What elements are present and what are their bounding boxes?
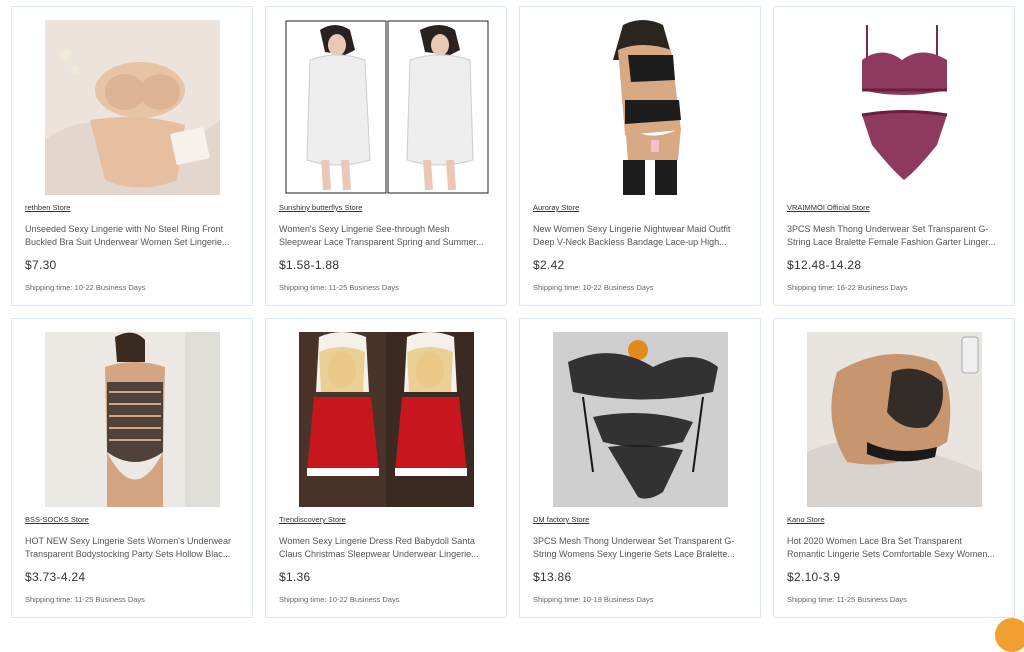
product-title[interactable]: New Women Sexy Lingerie Nightwear Maid O… bbox=[533, 223, 747, 249]
shipping-time: Shipping time: 10-22 Business Days bbox=[25, 283, 146, 292]
product-image[interactable] bbox=[807, 20, 982, 195]
product-card[interactable]: VRAIMMOI Official Store 3PCS Mesh Thong … bbox=[773, 6, 1015, 306]
shipping-time: Shipping time: 11-25 Business Days bbox=[787, 595, 907, 604]
product-image[interactable] bbox=[299, 332, 474, 507]
store-link[interactable]: Trendiscovery Store bbox=[279, 515, 346, 524]
product-title[interactable]: 3PCS Mesh Thong Underwear Set Transparen… bbox=[787, 223, 1001, 249]
product-title[interactable]: HOT NEW Sexy Lingerie Sets Women's Under… bbox=[25, 535, 239, 561]
product-title[interactable]: Women Sexy Lingerie Dress Red Babydoll S… bbox=[279, 535, 493, 561]
product-image[interactable] bbox=[553, 332, 728, 507]
shipping-time: Shipping time: 10-22 Business Days bbox=[279, 595, 400, 604]
floating-action-button[interactable] bbox=[995, 618, 1024, 652]
purple-mesh-set-photo bbox=[807, 20, 982, 195]
white-lace-robe-photo bbox=[285, 20, 489, 195]
product-grid: rethben Store Unseeded Sexy Lingerie wit… bbox=[11, 6, 1015, 618]
black-bodystocking-photo bbox=[45, 332, 220, 507]
product-title[interactable]: Unseeded Sexy Lingerie with No Steel Rin… bbox=[25, 223, 239, 249]
shipping-time: Shipping time: 10-22 Business Days bbox=[533, 283, 654, 292]
shipping-time: Shipping time: 11-25 Business Days bbox=[279, 283, 399, 292]
product-price: $3.73-4.24 bbox=[25, 570, 86, 584]
store-link[interactable]: rethben Store bbox=[25, 203, 70, 212]
product-price: $13.86 bbox=[533, 570, 572, 584]
store-link[interactable]: Auroray Store bbox=[533, 203, 579, 212]
product-card[interactable]: Auroray Store New Women Sexy Lingerie Ni… bbox=[519, 6, 761, 306]
product-price: $1.58-1.88 bbox=[279, 258, 340, 272]
product-image[interactable] bbox=[807, 332, 982, 507]
product-card[interactable]: Kano Store Hot 2020 Women Lace Bra Set T… bbox=[773, 318, 1015, 618]
product-card[interactable]: BSS-SOCKS Store HOT NEW Sexy Lingerie Se… bbox=[11, 318, 253, 618]
product-card[interactable]: Sunshiny butterflys Store Women's Sexy L… bbox=[265, 6, 507, 306]
product-price: $7.30 bbox=[25, 258, 57, 272]
product-card[interactable]: DM factory Store 3PCS Mesh Thong Underwe… bbox=[519, 318, 761, 618]
product-price: $12.48-14.28 bbox=[787, 258, 862, 272]
product-price: $1.36 bbox=[279, 570, 311, 584]
beige-bra-set-photo bbox=[45, 20, 220, 195]
shipping-time: Shipping time: 10-19 Business Days bbox=[533, 595, 654, 604]
shipping-time: Shipping time: 11-25 Business Days bbox=[25, 595, 145, 604]
product-image[interactable] bbox=[285, 20, 489, 195]
store-link[interactable]: VRAIMMOI Official Store bbox=[787, 203, 870, 212]
red-santa-dress-photo bbox=[299, 332, 474, 507]
store-link[interactable]: Kano Store bbox=[787, 515, 825, 524]
black-mesh-set-photo bbox=[553, 332, 728, 507]
product-price: $2.42 bbox=[533, 258, 565, 272]
product-card[interactable]: Trendiscovery Store Women Sexy Lingerie … bbox=[265, 318, 507, 618]
product-image[interactable] bbox=[553, 20, 728, 195]
product-price: $2.10-3.9 bbox=[787, 570, 841, 584]
black-lingerie-photo bbox=[553, 20, 728, 195]
product-title[interactable]: Women's Sexy Lingerie See-through Mesh S… bbox=[279, 223, 493, 249]
product-image[interactable] bbox=[45, 332, 220, 507]
shipping-time: Shipping time: 16-22 Business Days bbox=[787, 283, 908, 292]
product-title[interactable]: 3PCS Mesh Thong Underwear Set Transparen… bbox=[533, 535, 747, 561]
store-link[interactable]: Sunshiny butterflys Store bbox=[279, 203, 362, 212]
product-title[interactable]: Hot 2020 Women Lace Bra Set Transparent … bbox=[787, 535, 1001, 561]
store-link[interactable]: BSS-SOCKS Store bbox=[25, 515, 89, 524]
black-lace-bra-photo bbox=[807, 332, 982, 507]
product-image[interactable] bbox=[45, 20, 220, 195]
product-card[interactable]: rethben Store Unseeded Sexy Lingerie wit… bbox=[11, 6, 253, 306]
store-link[interactable]: DM factory Store bbox=[533, 515, 589, 524]
